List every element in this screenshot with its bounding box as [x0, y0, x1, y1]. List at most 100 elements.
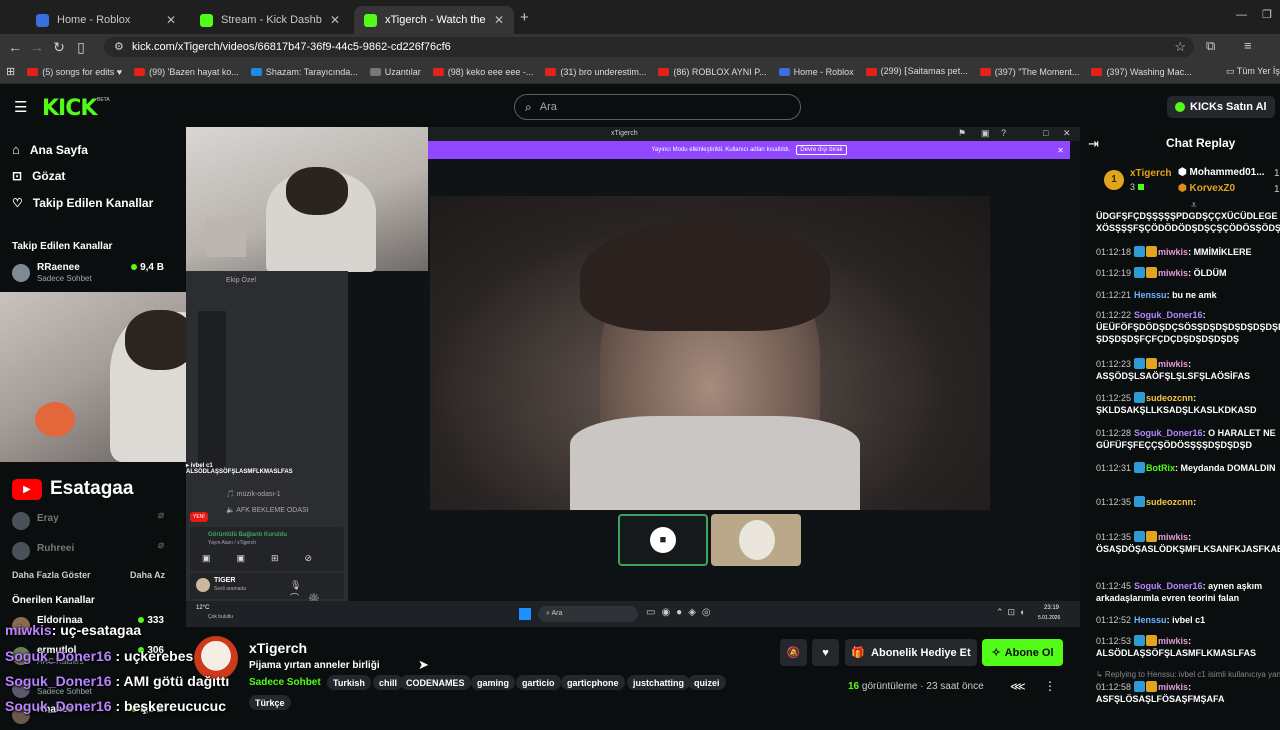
all-bookmarks[interactable]: ▭ Tüm Yer İş [1226, 66, 1280, 77]
mute-notifications-button[interactable]: 🔕 [780, 639, 807, 666]
maximize-icon[interactable]: □ [1043, 128, 1048, 138]
followed-channel[interactable]: Eray ⌀ [12, 510, 172, 536]
bookmark-item[interactable]: (397) Washing Mac... [1091, 67, 1192, 77]
share-icon[interactable]: ⋘ [1010, 680, 1026, 693]
message-username[interactable]: BotRix [1146, 463, 1175, 473]
bookmark-item[interactable]: Uzantılar [369, 67, 421, 77]
call-tile-self[interactable]: ■ [618, 514, 708, 566]
stream-tag[interactable]: Turkish [327, 675, 371, 690]
site-info-icon[interactable]: ⚙ [114, 40, 124, 53]
user-badge-icon [1134, 531, 1146, 542]
more-options-icon[interactable]: ⋮ [1044, 679, 1056, 693]
bookmark-item[interactable]: (5) songs for edits ♥ [27, 67, 122, 77]
stream-tag[interactable]: garticio [516, 675, 561, 690]
extensions-icon[interactable]: ⧉ [1206, 38, 1215, 54]
tab-kick-dashboard[interactable]: Stream - Kick Dashboard ✕ [190, 6, 350, 34]
stream-tag[interactable]: garticphone [561, 675, 625, 690]
bookmark-item[interactable]: (98) keko eee eee -... [432, 67, 533, 77]
help-icon[interactable]: ? [1001, 128, 1006, 138]
search-input[interactable]: ⌕ Ara [514, 94, 801, 120]
stream-tag[interactable]: gaming [471, 675, 516, 690]
close-icon[interactable]: ✕ [330, 13, 340, 27]
system-tray-icons[interactable]: ⌃⊡◖ [996, 607, 1029, 618]
sidebar-item-home[interactable]: ⌂ Ana Sayfa [12, 142, 88, 157]
taskbar-search[interactable]: ⌕ Ara [538, 606, 638, 622]
message-username[interactable]: Henssu [1134, 615, 1167, 625]
apps-icon[interactable]: ⊞ [6, 65, 15, 78]
call-tile-participant[interactable] [711, 514, 801, 566]
close-icon[interactable]: ✕ [166, 13, 176, 27]
maximize-button[interactable]: ❐ [1262, 8, 1272, 21]
back-icon[interactable]: ← [4, 39, 26, 55]
message-username[interactable]: miwkis [1158, 532, 1188, 542]
menu-icon[interactable]: ☰ [14, 98, 27, 116]
minimize-button[interactable]: — [1236, 9, 1247, 21]
stream-tag[interactable]: chill [373, 675, 404, 690]
close-icon[interactable]: ✕ [494, 13, 504, 27]
show-less-button[interactable]: Daha Az [130, 570, 165, 580]
leaderboard-entry[interactable]: ⬢ Mohammed01... [1178, 167, 1265, 178]
sidebar-item-browse[interactable]: ⊡ Gözat [12, 169, 65, 183]
sidebar-item-following[interactable]: ♡ Takip Edilen Kanallar [12, 196, 153, 210]
channel-name[interactable]: xTigerch [249, 640, 307, 656]
message-username[interactable]: miwkis [1158, 247, 1188, 257]
followed-channel[interactable]: Ruhreei ⌀ [12, 540, 172, 566]
gift-sub-button[interactable]: 🎁 Abonelik Hediye Et [845, 639, 977, 666]
reload-icon[interactable]: ↻ [48, 39, 70, 56]
voice-channel[interactable]: 🎵 müzik-odası-1 [226, 490, 281, 498]
sidebar-toggle-icon[interactable]: ▯ [70, 39, 92, 56]
message-username[interactable]: Soguk_Doner16 [1134, 428, 1203, 438]
message-username[interactable]: miwkis [1158, 636, 1188, 646]
stream-tag[interactable]: justchatting [627, 675, 690, 690]
message-username[interactable]: Henssu [1134, 290, 1167, 300]
message-username[interactable]: miwkis [1158, 682, 1188, 692]
tab-vod[interactable]: xTigerch - Watch the VOD ✕ [354, 6, 514, 34]
message-username[interactable]: Soguk_Doner16 [1134, 310, 1203, 320]
stream-tag[interactable]: CODENAMES [400, 675, 471, 690]
windows-start-icon[interactable] [519, 608, 531, 620]
voice-controls[interactable]: ▣▣⊞⊘ [202, 553, 338, 564]
bookmark-item[interactable]: (299) ⁅Saitamas pet... [865, 66, 968, 77]
new-tab-button[interactable]: + [520, 9, 529, 26]
bookmark-item[interactable]: Home - Roblox [778, 67, 854, 77]
disable-streamer-mode-button[interactable]: Devre dışı bırak [796, 145, 847, 155]
category-link[interactable]: Sadece Sohbet [249, 677, 321, 688]
leaderboard-name[interactable]: xTigerch [1130, 168, 1172, 179]
stream-tag[interactable]: quizei [688, 675, 726, 690]
follow-button[interactable]: ♥ [812, 639, 839, 666]
message-username[interactable]: miwkis [1158, 359, 1188, 369]
subscribe-button[interactable]: ✧ Abone Ol [982, 639, 1063, 666]
home-icon: ⌂ [12, 142, 20, 157]
show-more-button[interactable]: Daha Fazla Göster [12, 570, 91, 580]
taskbar-app-icons[interactable]: ▭◉●◈◎ [646, 607, 717, 618]
bookmark-item[interactable]: (99) 'Bazen hayat ko... [134, 67, 239, 77]
bookmark-item[interactable]: (397) "The Moment... [979, 67, 1079, 77]
close-icon[interactable]: ✕ [1063, 128, 1071, 139]
close-icon[interactable]: ✕ [1057, 146, 1064, 155]
address-bar[interactable]: ⚙ kick.com/xTigerch/videos/66817b47-36f9… [104, 37, 1194, 57]
forward-icon[interactable]: → [26, 39, 48, 55]
kick-logo[interactable]: KICK [42, 96, 97, 121]
star-icon: ✧ [991, 647, 1001, 659]
message-timestamp: 01:12:45 [1096, 581, 1132, 591]
message-username[interactable]: Soguk_Doner16 [1134, 581, 1203, 591]
media-control-icon[interactable]: ≡ [1244, 38, 1252, 53]
voice-channel[interactable]: 🔈 AFK BEKLEME ODASI [226, 506, 309, 514]
followed-channel[interactable]: RRaenee Sadece Sohbet 9,4 B [12, 262, 172, 288]
pin-icon[interactable]: ⚑ [958, 128, 966, 139]
bookmark-item[interactable]: (86) ROBLOX AYNI P... [658, 67, 767, 77]
collapse-chat-icon[interactable]: ⇥ [1088, 136, 1099, 152]
message-username[interactable]: sudeozcnn [1146, 393, 1193, 403]
message-username[interactable]: miwkis [1158, 268, 1188, 278]
leaderboard-entry[interactable]: ⬢ KorvexZ0 [1178, 183, 1235, 194]
inbox-icon[interactable]: ▣ [981, 128, 990, 139]
stream-title: Pijama yırtan anneler birliği [249, 660, 380, 671]
message-username[interactable]: sudeozcnn [1146, 497, 1193, 507]
server-list [198, 311, 226, 471]
tab-roblox[interactable]: Home - Roblox ✕ [26, 6, 186, 34]
language-tag[interactable]: Türkçe [249, 695, 291, 710]
bookmark-item[interactable]: Shazam: Tarayıcında... [250, 67, 358, 77]
bookmark-item[interactable]: (31) bro underestim... [545, 67, 646, 77]
bookmark-star-icon[interactable]: ☆ [1174, 39, 1186, 55]
buy-kicks-button[interactable]: KICKs Satın Al [1167, 96, 1275, 118]
